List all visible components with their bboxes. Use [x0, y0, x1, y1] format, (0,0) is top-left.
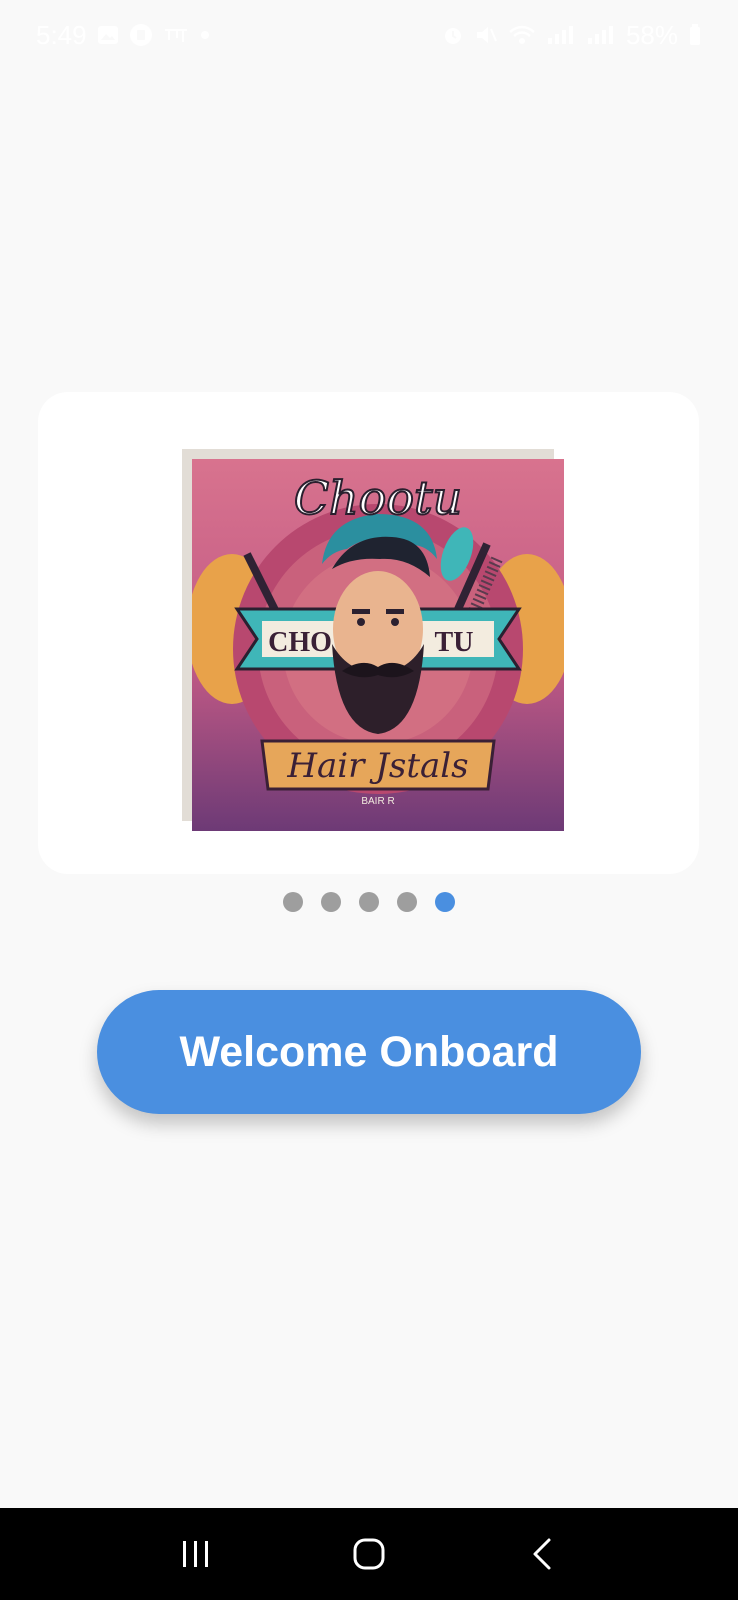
- onboarding-card[interactable]: CHO TU Chootu Hair Jstals BAIR R: [38, 392, 699, 874]
- onboarding-screen: 5:49 58% CHO TU Chootu Hair Jstals BAIR …: [0, 0, 738, 1600]
- welcome-onboard-button[interactable]: Welcome Onboard: [97, 990, 641, 1114]
- sim-text-icon: [163, 26, 189, 44]
- alarm-icon: [442, 24, 464, 46]
- logo-banner-right-text: TU: [435, 627, 474, 658]
- pager-dot-4[interactable]: [397, 892, 417, 912]
- pager-dot-5-active[interactable]: [435, 892, 455, 912]
- back-button[interactable]: [512, 1524, 572, 1584]
- signal-icon-2: [586, 24, 616, 46]
- pager-dot-2[interactable]: [321, 892, 341, 912]
- dot-icon: [199, 29, 211, 41]
- home-button[interactable]: [339, 1524, 399, 1584]
- system-nav-bar: [0, 1508, 738, 1600]
- logo-banner-left-text: CHO: [268, 627, 332, 658]
- mute-icon: [474, 24, 498, 46]
- app-notification-icon: [129, 23, 153, 47]
- pager-indicator: [0, 892, 738, 914]
- wifi-icon: [508, 24, 536, 46]
- slide-image: CHO TU Chootu Hair Jstals BAIR R: [182, 449, 564, 831]
- logo-title-text: Chootu: [294, 471, 462, 525]
- pager-dot-1[interactable]: [283, 892, 303, 912]
- status-bar: 5:49 58%: [0, 0, 738, 70]
- status-time: 5:49: [36, 19, 87, 50]
- recent-apps-button[interactable]: [166, 1524, 226, 1584]
- battery-percent: 58%: [625, 19, 678, 50]
- recent-apps-icon: [183, 1541, 209, 1567]
- signal-icon: [546, 24, 576, 46]
- battery-icon: [688, 24, 702, 46]
- back-icon: [533, 1538, 551, 1570]
- pager-dot-3[interactable]: [359, 892, 379, 912]
- home-icon: [353, 1538, 385, 1570]
- barber-logo-illustration: CHO TU Chootu Hair Jstals BAIR R: [192, 459, 564, 831]
- logo-bottom-text: Hair Jstals: [286, 746, 468, 786]
- logo-small-text: BAIR R: [361, 796, 394, 807]
- gallery-icon: [97, 25, 119, 45]
